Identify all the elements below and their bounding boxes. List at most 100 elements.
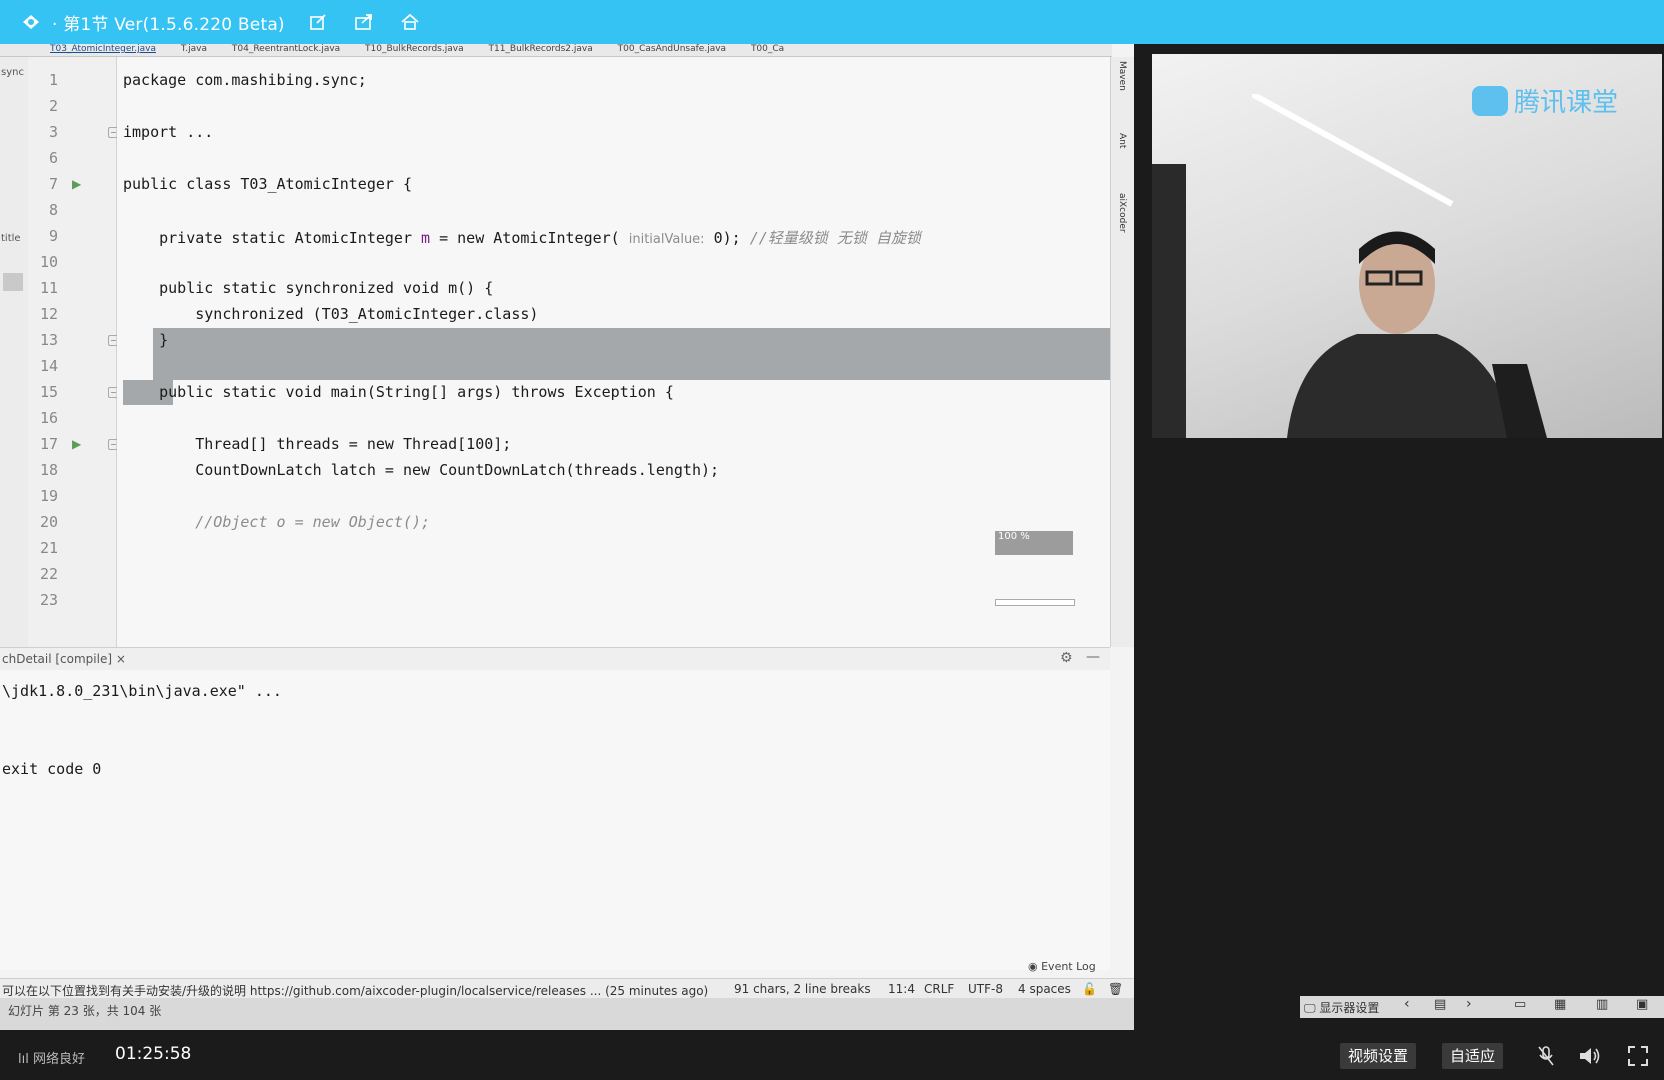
indent-setting[interactable]: 4 spaces: [1018, 982, 1071, 996]
status-message: 可以在以下位置找到有关手动安装/升级的说明 https://github.com…: [2, 984, 709, 998]
left-strip-label: sync: [1, 67, 24, 78]
close-icon[interactable]: ×: [116, 652, 126, 666]
code-line: synchronized (T03_AtomicInteger.class): [123, 305, 539, 323]
line-number: 3: [48, 123, 58, 141]
tencent-classroom-logo: 腾讯课堂: [1472, 82, 1618, 119]
code-line: }: [123, 331, 169, 349]
editor-tab[interactable]: T00_Ca: [751, 44, 784, 55]
prev-slide-icon[interactable]: ‹: [1404, 996, 1410, 1012]
editor-tab[interactable]: T11_BulkRecords2.java: [488, 44, 592, 55]
slide-counter: 幻灯片 第 23 张，共 104 张: [8, 1004, 162, 1018]
slideshow-icon[interactable]: ▣: [1636, 997, 1648, 1012]
console-line: exit code 0: [2, 760, 102, 778]
structure-tab[interactable]: [3, 273, 23, 291]
code-line: package com.mashibing.sync;: [123, 71, 367, 89]
zoom-slider[interactable]: [995, 599, 1075, 606]
home-icon[interactable]: [397, 9, 423, 35]
line-number: 21: [39, 539, 58, 557]
console-line: \jdk1.8.0_231\bin\java.exe" ...: [2, 682, 282, 700]
presentation-status-bar: 幻灯片 第 23 张，共 104 张: [0, 998, 1134, 1030]
code-line: public static void main(String[] args) t…: [123, 383, 674, 401]
file-encoding[interactable]: UTF-8: [968, 982, 1003, 996]
maven-tool-tab[interactable]: Maven: [1117, 61, 1127, 91]
line-number: 7: [48, 175, 58, 193]
ceiling-light: [1252, 94, 1454, 207]
title-bar: · 第1节 Ver(1.5.6.220 Beta): [0, 0, 1664, 44]
line-number: 6: [48, 149, 58, 167]
code-line: //Object o = new Object();: [123, 513, 431, 531]
editor-tab[interactable]: T04_ReentrantLock.java: [232, 44, 340, 55]
elapsed-time: 01:25:58: [115, 1044, 192, 1064]
volume-icon[interactable]: [1576, 1042, 1604, 1070]
code-line: private static AtomicInteger m = new Ato…: [123, 229, 921, 247]
code-editor[interactable]: package com.mashibing.sync; import ... pub…: [117, 57, 1110, 647]
sorter-view-icon[interactable]: ▦: [1554, 997, 1566, 1012]
code-line: import ...: [123, 123, 214, 141]
code-line: public class T03_AtomicInteger {: [123, 175, 412, 193]
line-number: 12: [39, 305, 58, 323]
network-status: lıl 网络良好: [18, 1052, 85, 1067]
fullscreen-icon[interactable]: [1624, 1042, 1652, 1070]
lock-icon[interactable]: 🔓: [1082, 982, 1097, 996]
slide-grid-icon[interactable]: ▤: [1434, 997, 1446, 1012]
run-line-icon[interactable]: ▶: [72, 177, 81, 191]
run-line-icon[interactable]: ▶: [72, 437, 81, 451]
editor-tab[interactable]: T03_AtomicInteger.java: [50, 44, 156, 55]
share-icon[interactable]: [351, 9, 377, 35]
event-log-button[interactable]: ◉ Event Log: [1028, 960, 1096, 973]
signal-icon: lıl: [18, 1052, 29, 1067]
line-ending[interactable]: CRLF: [924, 982, 954, 996]
line-number: 8: [48, 201, 58, 219]
next-slide-icon[interactable]: ›: [1466, 996, 1472, 1012]
line-number: 1: [48, 71, 58, 89]
ant-tool-tab[interactable]: Ant: [1117, 133, 1127, 148]
line-number: 9: [48, 227, 58, 245]
code-line: CountDownLatch latch = new CountDownLatc…: [123, 461, 720, 479]
left-strip-label: title: [1, 233, 21, 244]
display-settings-button[interactable]: 🖵 显示器设置: [1304, 999, 1379, 1016]
line-number-gutter: 1 2 3 6 7 8 9 10 11 12 13 14 15 16 17 18 19 20 21 22 23 ▶ ▶ − − −…: [28, 57, 119, 647]
code-line: Thread[] threads = new Thread[100];: [123, 435, 512, 453]
selection-highlight: [153, 328, 1110, 380]
caret-position[interactable]: 11:4: [888, 982, 915, 996]
aixcoder-tool-tab[interactable]: aiXcoder: [1117, 193, 1127, 233]
selection-info: 91 chars, 2 line breaks: [734, 982, 871, 996]
teacher-webcam: 腾讯课堂: [1152, 54, 1662, 438]
line-number: 13: [39, 331, 58, 349]
run-console[interactable]: \jdk1.8.0_231\bin\java.exe" ... exit cod…: [0, 670, 1110, 970]
status-bar: 可以在以下位置找到有关手动安装/升级的说明 https://github.com…: [0, 978, 1134, 999]
editor-tab[interactable]: T00_CasAndUnsafe.java: [618, 44, 726, 55]
editor-tab[interactable]: T.java: [181, 44, 207, 55]
line-number: 10: [39, 253, 58, 271]
minimize-icon[interactable]: —: [1086, 649, 1100, 665]
line-number: 16: [39, 409, 58, 427]
monitor-silhouette: [1152, 164, 1186, 438]
line-number: 22: [39, 565, 58, 583]
fit-button[interactable]: 自适应: [1442, 1043, 1504, 1069]
right-tool-strip: Maven Ant aiXcoder: [1110, 57, 1134, 647]
normal-view-icon[interactable]: ▭: [1514, 997, 1526, 1012]
video-settings-button[interactable]: 视频设置: [1340, 1043, 1417, 1069]
zoom-indicator: 100 %: [995, 531, 1073, 555]
event-log-icon: ◉: [1028, 960, 1038, 973]
edit-icon[interactable]: [305, 9, 331, 35]
line-number: 23: [39, 591, 58, 609]
line-number: 14: [39, 357, 58, 375]
mic-muted-icon[interactable]: [1532, 1042, 1560, 1070]
editor-tab[interactable]: T10_BulkRecords.java: [365, 44, 464, 55]
left-tool-strip: sync title: [0, 57, 29, 647]
player-bar: lıl 网络良好 01:25:58 视频设置 自适应: [0, 1030, 1664, 1080]
window-title: · 第1节 Ver(1.5.6.220 Beta): [52, 14, 285, 35]
editor-tabs: T03_AtomicInteger.java T.java T04_Reentr…: [0, 44, 1112, 57]
run-tab-label[interactable]: chDetail [compile] ×: [2, 652, 126, 666]
trash-icon[interactable]: 🗑: [1108, 982, 1123, 996]
reading-view-icon[interactable]: ▥: [1596, 997, 1608, 1012]
line-number: 2: [48, 97, 58, 115]
line-number: 20: [39, 513, 58, 531]
line-number: 19: [39, 487, 58, 505]
line-number: 11: [39, 279, 58, 297]
run-panel-header: chDetail [compile] × ⚙ —: [0, 647, 1110, 671]
line-number: 15: [39, 383, 58, 401]
gear-icon[interactable]: ⚙: [1060, 650, 1073, 666]
line-number: 18: [39, 461, 58, 479]
